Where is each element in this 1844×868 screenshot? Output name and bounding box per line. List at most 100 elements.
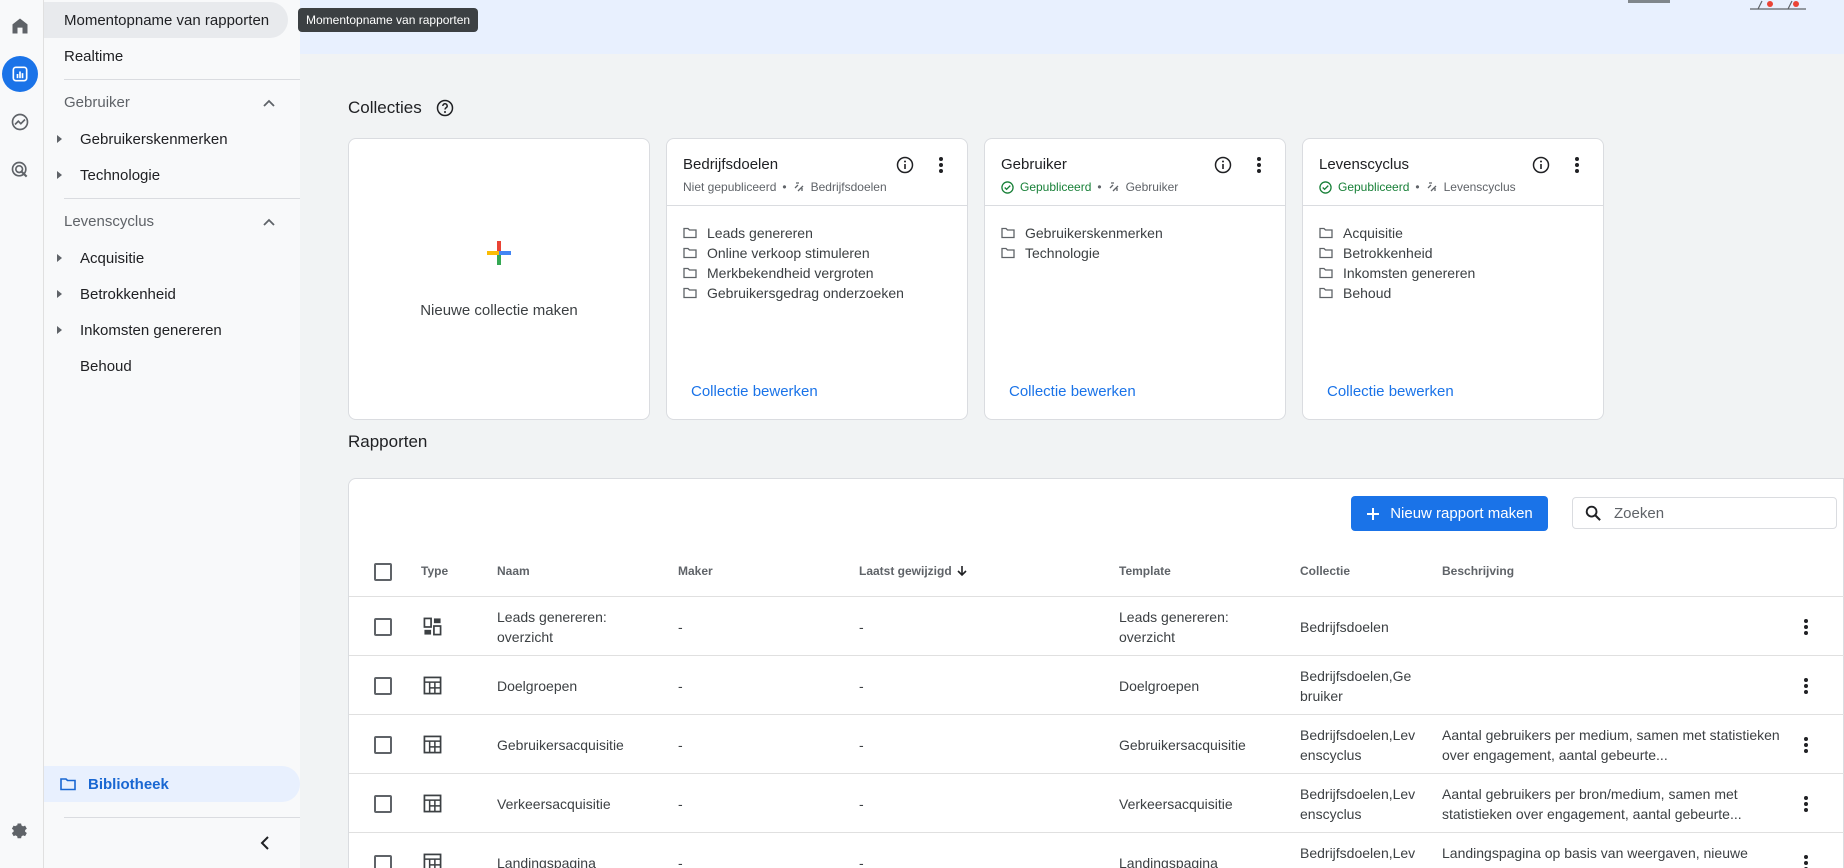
caret-right-icon	[57, 290, 62, 298]
help-icon[interactable]	[436, 99, 454, 117]
column-header-type[interactable]: Type	[421, 564, 448, 578]
plus-icon	[1367, 507, 1380, 520]
collapse-chevron-left-icon[interactable]	[258, 835, 272, 851]
info-icon[interactable]	[1531, 155, 1551, 175]
new-collection-card[interactable]: Nieuwe collectie maken	[348, 138, 650, 420]
collection-status: Niet gepubliceerd • Bedrijfsdoelen	[683, 180, 887, 194]
divider	[1303, 205, 1603, 206]
report-name[interactable]: Landingspagina	[497, 853, 596, 868]
collection-card[interactable]: Levenscyclus Gepubliceerd • Levenscyclus…	[1302, 138, 1604, 420]
dashboard-icon	[423, 617, 442, 636]
nav-item-acquisition[interactable]: Acquisitie	[44, 240, 288, 276]
more-vert-icon[interactable]	[1798, 674, 1814, 698]
search-input[interactable]	[1614, 504, 1814, 522]
more-vert-icon[interactable]	[931, 155, 951, 175]
nav-item-user-attributes[interactable]: Gebruikerskenmerken	[44, 121, 288, 157]
check-circle-icon	[1001, 180, 1014, 194]
reports-icon[interactable]	[2, 56, 38, 92]
row-checkbox[interactable]	[374, 677, 392, 695]
info-icon[interactable]	[895, 155, 915, 175]
report-template: Doelgroepen	[1119, 678, 1200, 694]
plus-multicolor-icon	[487, 240, 511, 265]
collection-title: Gebruiker	[1001, 156, 1067, 173]
collection-item: Behoud	[1319, 283, 1475, 303]
header-divider	[349, 596, 1844, 597]
more-vert-icon[interactable]	[1798, 733, 1814, 757]
settings-gear-icon[interactable]	[2, 814, 38, 850]
advertising-icon[interactable]	[2, 152, 38, 188]
table-icon	[423, 853, 442, 868]
nav-snapshot[interactable]: Momentopname van rapporten	[44, 2, 288, 38]
folder-icon	[1319, 227, 1333, 239]
explore-icon[interactable]	[2, 104, 38, 140]
nav-item-monetization[interactable]: Inkomsten genereren	[44, 312, 288, 348]
row-checkbox[interactable]	[374, 736, 392, 754]
edit-collection-link[interactable]: Collectie bewerken	[1327, 383, 1454, 400]
nav-item-technology[interactable]: Technologie	[44, 157, 288, 193]
folder-icon	[683, 227, 697, 239]
column-header-collection[interactable]: Collectie	[1300, 564, 1350, 578]
collection-items: Gebruikerskenmerken Technologie	[1001, 223, 1163, 263]
folder-icon	[60, 778, 76, 791]
column-header-maker[interactable]: Maker	[678, 564, 713, 578]
new-collection-label: Nieuwe collectie maken	[420, 301, 578, 319]
collection-item: Merkbekendheid vergroten	[683, 263, 904, 283]
edit-collection-link[interactable]: Collectie bewerken	[1009, 383, 1136, 400]
search-field[interactable]	[1572, 497, 1837, 529]
nav-item-retention[interactable]: Behoud	[44, 348, 288, 384]
chevron-up-icon[interactable]	[262, 96, 276, 110]
folder-icon	[683, 247, 697, 259]
folder-icon	[1319, 287, 1333, 299]
row-checkbox[interactable]	[374, 855, 392, 868]
column-header-template[interactable]: Template	[1119, 564, 1171, 578]
nav-item-engagement[interactable]: Betrokkenheid	[44, 276, 288, 312]
collection-card[interactable]: Bedrijfsdoelen Niet gepubliceerd • Bedri…	[666, 138, 968, 420]
nav-realtime[interactable]: Realtime	[44, 38, 288, 74]
column-header-name[interactable]: Naam	[497, 564, 530, 578]
more-vert-icon[interactable]	[1798, 792, 1814, 816]
side-navigation: Momentopname van rapporten Realtime Gebr…	[44, 0, 300, 868]
chevron-up-icon[interactable]	[262, 215, 276, 229]
home-icon[interactable]	[2, 8, 38, 44]
info-icon[interactable]	[1213, 155, 1233, 175]
nav-library[interactable]: Bibliotheek	[44, 766, 300, 802]
row-divider	[349, 773, 1844, 774]
report-maker: -	[678, 619, 683, 635]
caret-right-icon	[57, 326, 62, 334]
report-name[interactable]: Verkeersacquisitie	[497, 794, 611, 814]
more-vert-icon[interactable]	[1798, 615, 1814, 639]
report-name[interactable]: Leads genereren: overzicht	[497, 607, 637, 647]
row-checkbox[interactable]	[374, 618, 392, 636]
more-vert-icon[interactable]	[1249, 155, 1269, 175]
new-report-button[interactable]: Nieuw rapport maken	[1351, 496, 1548, 531]
collection-item: Gebruikerskenmerken	[1001, 223, 1163, 243]
report-name[interactable]: Gebruikersacquisitie	[497, 735, 624, 755]
arrow-down-sort-icon	[957, 566, 967, 577]
divider	[64, 79, 300, 80]
report-collection: Bedrijfsdoelen,Levenscyclus	[1300, 727, 1416, 763]
more-vert-icon[interactable]	[1798, 851, 1814, 868]
dot-separator: •	[1097, 180, 1102, 194]
column-header-description[interactable]: Beschrijving	[1442, 564, 1514, 578]
nav-section-user[interactable]: Gebruiker	[64, 94, 130, 111]
divider	[64, 198, 300, 199]
edit-collection-link[interactable]: Collectie bewerken	[691, 383, 818, 400]
report-name[interactable]: Doelgroepen	[497, 676, 577, 696]
collection-card[interactable]: Gebruiker Gepubliceerd • Gebruiker Gebru…	[984, 138, 1286, 420]
caret-right-icon	[57, 171, 62, 179]
select-all-checkbox[interactable]	[374, 563, 392, 581]
report-collection: Bedrijfsdoelen,Gebruiker	[1300, 668, 1412, 704]
folder-icon	[683, 287, 697, 299]
report-template: Gebruikersacquisitie	[1119, 737, 1246, 753]
row-checkbox[interactable]	[374, 795, 392, 813]
report-maker: -	[678, 737, 683, 753]
collection-title: Bedrijfsdoelen	[683, 156, 779, 173]
more-vert-icon[interactable]	[1567, 155, 1587, 175]
nav-section-lifecycle[interactable]: Levenscyclus	[64, 213, 154, 230]
divider	[985, 205, 1285, 206]
folder-icon	[1001, 227, 1015, 239]
collection-item: Betrokkenheid	[1319, 243, 1475, 263]
collection-status: Gepubliceerd • Gebruiker	[1001, 180, 1178, 194]
column-header-modified[interactable]: Laatst gewijzigd	[859, 564, 968, 578]
report-modified: -	[859, 855, 864, 868]
